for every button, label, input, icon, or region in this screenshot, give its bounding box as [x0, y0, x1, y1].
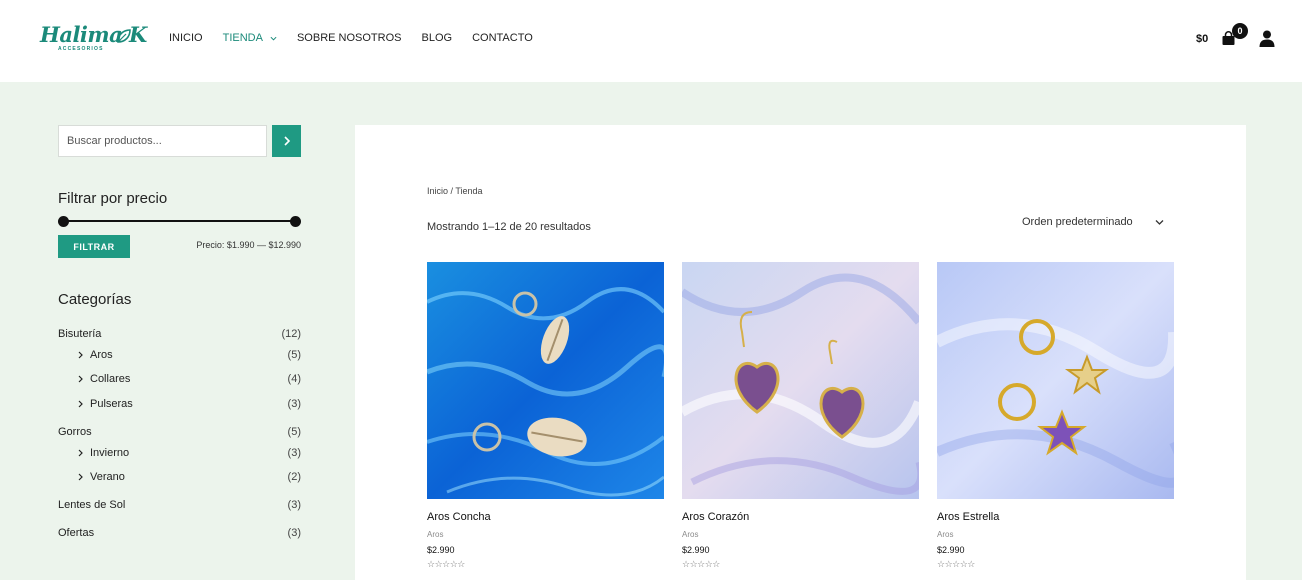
- category-label[interactable]: Ofertas: [58, 527, 94, 539]
- category-label: Pulseras: [90, 398, 133, 410]
- category-count: (3): [287, 499, 301, 511]
- chevron-down-icon: [1155, 219, 1164, 225]
- category-item-gorros[interactable]: Gorros (5): [58, 424, 301, 440]
- category-link[interactable]: Verano: [77, 471, 125, 483]
- product-card[interactable]: Aros Concha Aros $2.990 ☆☆☆☆☆: [427, 262, 664, 569]
- category-count: (2): [287, 471, 301, 483]
- category-count: (3): [287, 527, 301, 539]
- chevron-down-icon: [270, 36, 277, 41]
- nav-item-inicio[interactable]: INICIO: [169, 32, 203, 44]
- product-image[interactable]: [937, 262, 1174, 499]
- chevron-right-icon: [283, 136, 290, 146]
- category-label[interactable]: Lentes de Sol: [58, 499, 125, 511]
- product-price: $2.990: [427, 545, 455, 555]
- orderby-label: Orden predeterminado: [1022, 216, 1133, 228]
- product-image[interactable]: [682, 262, 919, 499]
- nav-label: BLOG: [421, 32, 453, 44]
- nav-item-blog[interactable]: BLOG: [422, 32, 453, 44]
- category-count: (5): [287, 426, 301, 438]
- breadcrumb[interactable]: Inicio / Tienda: [427, 186, 483, 196]
- nav-label: INICIO: [169, 32, 203, 44]
- category-item-verano[interactable]: Verano (2): [77, 469, 301, 485]
- site-header: Halima K ACCESORIOS INICIO TIENDA SOBRE …: [0, 0, 1302, 82]
- shop-main-panel: Inicio / Tienda Mostrando 1–12 de 20 res…: [355, 125, 1246, 580]
- category-link[interactable]: Invierno: [77, 447, 129, 459]
- site-logo[interactable]: Halima K ACCESORIOS: [40, 22, 147, 56]
- price-range-text: Precio: $1.990 — $12.990: [196, 240, 301, 250]
- product-search-input[interactable]: [58, 125, 267, 157]
- orderby-select[interactable]: Orden predeterminado: [1022, 216, 1164, 228]
- price-filter-title: Filtrar por precio: [58, 190, 168, 207]
- chevron-right-icon: [78, 449, 83, 457]
- chevron-right-icon: [78, 375, 83, 383]
- category-count: (5): [287, 349, 301, 361]
- product-title[interactable]: Aros Estrella: [937, 511, 1174, 523]
- category-count: (4): [287, 373, 301, 385]
- leaf-icon: [117, 29, 131, 43]
- chevron-right-icon: [78, 473, 83, 481]
- category-item-lentes-de-sol[interactable]: Lentes de Sol (3): [58, 497, 301, 513]
- nav-item-contacto[interactable]: CONTACTO: [472, 32, 533, 44]
- nav-label: SOBRE NOSOTROS: [296, 32, 402, 44]
- product-category: Aros: [937, 530, 954, 539]
- category-label[interactable]: Gorros: [58, 426, 92, 438]
- category-item-pulseras[interactable]: Pulseras (3): [77, 396, 301, 412]
- category-count: (3): [287, 398, 301, 410]
- search-submit-button[interactable]: [272, 125, 301, 157]
- user-icon[interactable]: [1259, 30, 1275, 47]
- category-item-collares[interactable]: Collares (4): [77, 371, 301, 387]
- cart-total[interactable]: $0: [1196, 33, 1208, 45]
- product-image[interactable]: [427, 262, 664, 499]
- slider-track: [62, 220, 297, 222]
- categories-title: Categorías: [58, 291, 132, 308]
- product-card[interactable]: Aros Corazón Aros $2.990 ☆☆☆☆☆: [682, 262, 919, 569]
- product-price: $2.990: [937, 545, 965, 555]
- category-label: Aros: [90, 349, 113, 361]
- filter-button[interactable]: FILTRAR: [58, 235, 130, 258]
- product-title[interactable]: Aros Concha: [427, 511, 664, 523]
- nav-label: CONTACTO: [472, 32, 533, 44]
- cart-count-badge: 0: [1232, 23, 1248, 39]
- category-label: Invierno: [90, 447, 130, 459]
- category-label[interactable]: Bisutería: [58, 328, 101, 340]
- category-link[interactable]: Collares: [77, 373, 130, 385]
- price-range-slider[interactable]: [58, 215, 301, 227]
- category-link[interactable]: Aros: [77, 349, 113, 361]
- product-rating-stars: ☆☆☆☆☆: [682, 559, 720, 569]
- product-category: Aros: [682, 530, 699, 539]
- nav-item-tienda[interactable]: TIENDA: [223, 32, 277, 44]
- category-count: (12): [281, 328, 301, 340]
- product-category: Aros: [427, 530, 444, 539]
- product-title[interactable]: Aros Corazón: [682, 511, 919, 523]
- category-link[interactable]: Pulseras: [77, 398, 133, 410]
- category-label: Collares: [90, 373, 131, 385]
- slider-handle-min[interactable]: [58, 216, 69, 227]
- slider-handle-max[interactable]: [290, 216, 301, 227]
- logo-subtitle: ACCESORIOS: [58, 46, 104, 52]
- category-item-invierno[interactable]: Invierno (3): [77, 445, 301, 461]
- category-count: (3): [287, 447, 301, 459]
- chevron-right-icon: [78, 400, 83, 408]
- chevron-right-icon: [78, 351, 83, 359]
- category-item-bisuteria[interactable]: Bisutería (12): [58, 326, 301, 342]
- result-count: Mostrando 1–12 de 20 resultados: [427, 221, 591, 233]
- category-label: Verano: [90, 471, 125, 483]
- main-nav: INICIO TIENDA SOBRE NOSOTROS BLOG CONTAC…: [169, 32, 553, 44]
- category-item-aros[interactable]: Aros (5): [77, 347, 301, 363]
- product-rating-stars: ☆☆☆☆☆: [427, 559, 465, 569]
- product-card[interactable]: Aros Estrella Aros $2.990 ☆☆☆☆☆: [937, 262, 1174, 569]
- category-item-ofertas[interactable]: Ofertas (3): [58, 525, 301, 541]
- nav-item-sobre-nosotros[interactable]: SOBRE NOSOTROS: [297, 32, 402, 44]
- product-rating-stars: ☆☆☆☆☆: [937, 559, 975, 569]
- product-price: $2.990: [682, 545, 710, 555]
- nav-label: TIENDA: [222, 32, 263, 44]
